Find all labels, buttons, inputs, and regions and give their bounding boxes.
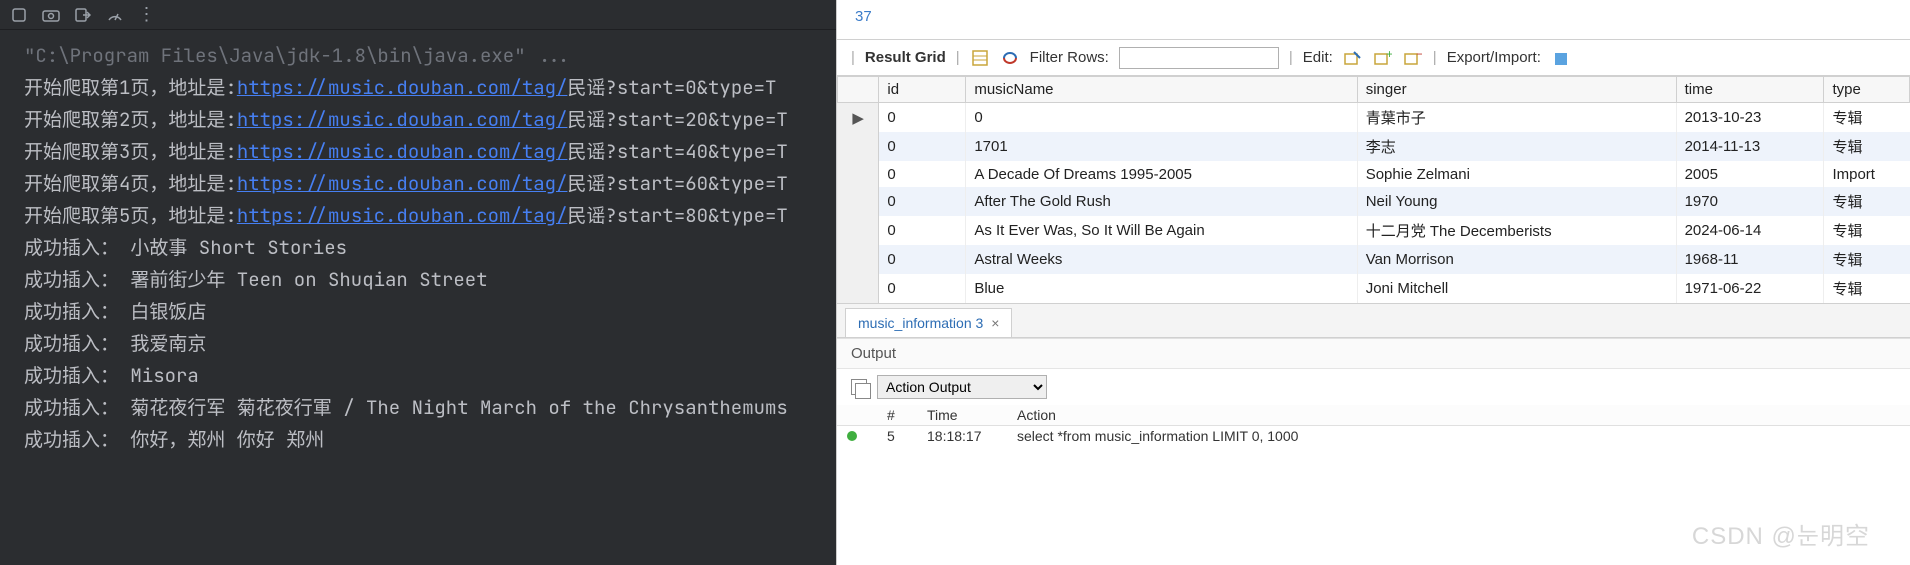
svg-text:−: − [1416,50,1422,61]
crawl-line: 开始爬取第3页，地址是:https://music.douban.com/tag… [24,136,812,168]
editor-strip: 37 [837,0,1910,40]
output-section: Output Action Output # Time Action 5 18:… [837,338,1910,446]
success-icon [847,431,857,441]
table-header-row: id musicName singer time type [838,77,1910,103]
insert-line: 成功插入： Misora [24,360,812,392]
action-cell: select *from music_information LIMIT 0, … [1007,426,1910,447]
grid-icon[interactable] [970,48,990,68]
row-marker [838,132,879,161]
col-music-name[interactable]: musicName [966,77,1357,103]
add-row-icon[interactable]: + [1373,48,1393,68]
log-col-time: Time [917,405,1007,426]
row-marker [838,245,879,274]
close-icon[interactable]: × [991,315,999,331]
table-row[interactable]: 01701李志2014-11-13专辑 [838,132,1910,161]
log-col-num: # [877,405,917,426]
stop-icon[interactable] [10,6,28,24]
crawl-line: 开始爬取第1页，地址是:https://music.douban.com/tag… [24,72,812,104]
command-line: "C:\Program Files\Java\jdk-1.8\bin\java.… [24,40,812,72]
insert-line: 成功插入： 署前街少年 Teen on Shuqian Street [24,264,812,296]
num-cell: 5 [877,426,917,447]
tab-label: music_information 3 [858,315,983,331]
url-link[interactable]: https://music.douban.com/tag/ [237,171,568,196]
insert-line: 成功插入： 菊花夜行军 菊花夜行軍 / The Night March of t… [24,392,812,424]
status-cell [837,426,877,447]
row-marker [838,216,879,245]
crawl-line: 开始爬取第4页，地址是:https://music.douban.com/tag… [24,168,812,200]
refresh-icon[interactable] [1000,48,1020,68]
gauge-icon[interactable] [106,6,124,24]
svg-text:+: + [1386,50,1392,61]
result-grid[interactable]: id musicName singer time type ▶00青葉市子201… [837,76,1910,304]
url-link[interactable]: https://music.douban.com/tag/ [237,75,568,100]
workbench-panel: 37 | Result Grid | Filter Rows: | Edit: … [836,0,1910,565]
table-row[interactable]: ▶00青葉市子2013-10-23专辑 [838,103,1910,133]
tab-music-information[interactable]: music_information 3 × [845,308,1012,337]
separator: | [1433,49,1437,66]
output-title: Output [837,339,1910,369]
log-col-status [837,405,877,426]
url-link[interactable]: https://music.douban.com/tag/ [237,139,568,164]
crawl-line: 开始爬取第2页，地址是:https://music.douban.com/tag… [24,104,812,136]
row-marker [838,274,879,303]
output-bar: Action Output [837,369,1910,405]
filter-rows-label: Filter Rows: [1030,49,1109,66]
export-icon[interactable] [1551,48,1571,68]
camera-icon[interactable] [42,6,60,24]
col-type[interactable]: type [1824,77,1910,103]
row-marker [838,187,879,216]
col-singer[interactable]: singer [1357,77,1676,103]
separator: | [1289,49,1293,66]
filter-rows-input[interactable] [1119,47,1279,69]
insert-line: 成功插入： 小故事 Short Stories [24,232,812,264]
ide-console-panel: ⋮ "C:\Program Files\Java\jdk-1.8\bin\jav… [0,0,836,565]
insert-line: 成功插入： 你好，郑州 你好 郑州 [24,424,812,456]
delete-row-icon[interactable]: − [1403,48,1423,68]
watermark: CSDN @눈明空 [1692,516,1870,551]
export-import-label: Export/Import: [1447,49,1541,66]
log-row[interactable]: 5 18:18:17 select *from music_informatio… [837,426,1910,447]
result-tab-bar: music_information 3 × [837,304,1910,338]
col-id[interactable]: id [879,77,966,103]
corner-cell [838,77,879,103]
crawl-line: 开始爬取第5页，地址是:https://music.douban.com/tag… [24,200,812,232]
insert-line: 成功插入： 白银饭店 [24,296,812,328]
more-icon[interactable]: ⋮ [138,6,156,24]
result-grid-label: Result Grid [865,49,946,66]
table-row[interactable]: 0A Decade Of Dreams 1995-2005Sophie Zelm… [838,161,1910,187]
console-output: "C:\Program Files\Java\jdk-1.8\bin\java.… [0,30,836,565]
separator: | [956,49,960,66]
edit-label: Edit: [1303,49,1333,66]
edit-icon[interactable] [1343,48,1363,68]
table-row[interactable]: 0As It Ever Was, So It Will Be Again十二月党… [838,216,1910,245]
url-link[interactable]: https://music.douban.com/tag/ [237,203,568,228]
result-grid-toolbar: | Result Grid | Filter Rows: | Edit: + −… [837,40,1910,76]
table-row[interactable]: 0Astral WeeksVan Morrison1968-11专辑 [838,245,1910,274]
col-time[interactable]: time [1676,77,1824,103]
log-col-action: Action [1007,405,1910,426]
stack-icon[interactable] [851,379,867,395]
table-row[interactable]: 0After The Gold RushNeil Young1970专辑 [838,187,1910,216]
line-number: 37 [855,8,872,25]
time-cell: 18:18:17 [917,426,1007,447]
output-type-select[interactable]: Action Output [877,375,1047,399]
row-marker: ▶ [838,103,879,133]
table-row[interactable]: 0BlueJoni Mitchell1971-06-22专辑 [838,274,1910,303]
insert-line: 成功插入： 我爱南京 [24,328,812,360]
output-log-table: # Time Action 5 18:18:17 select *from mu… [837,405,1910,446]
separator: | [851,49,855,66]
console-toolbar: ⋮ [0,0,836,30]
row-marker [838,161,879,187]
result-table: id musicName singer time type ▶00青葉市子201… [837,76,1910,303]
log-header: # Time Action [837,405,1910,426]
exit-icon[interactable] [74,6,92,24]
url-link[interactable]: https://music.douban.com/tag/ [237,107,568,132]
